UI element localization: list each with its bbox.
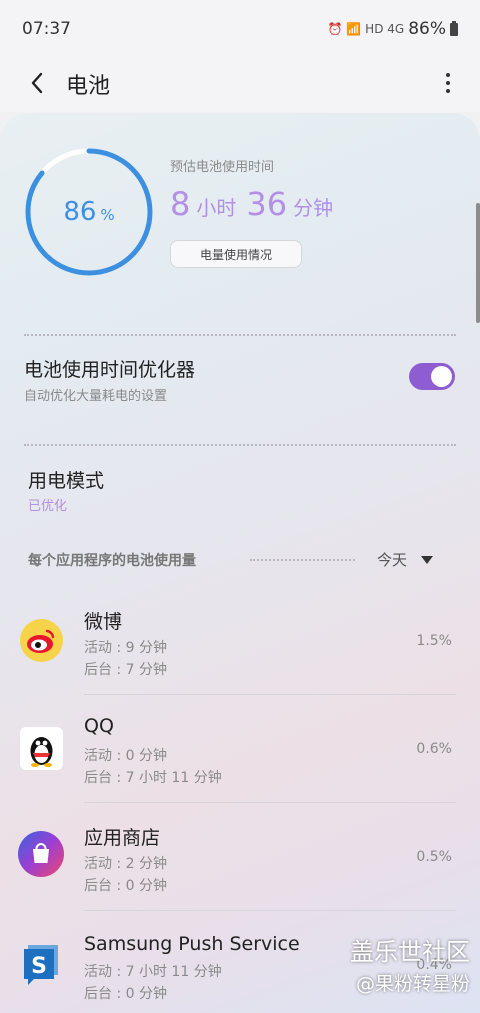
estimate-minutes: 36: [246, 185, 288, 223]
app-active-time: 活动 : 7 小时 11 分钟: [84, 964, 222, 980]
usage-details-button[interactable]: 电量使用情况: [170, 240, 302, 268]
app-bar: 电池: [0, 56, 480, 112]
optimizer-toggle[interactable]: [409, 363, 455, 390]
weibo-icon: [20, 619, 63, 662]
estimate-hours-unit: 小时: [196, 196, 237, 220]
usage-section-label: 每个应用程序的电池使用量: [28, 553, 196, 569]
status-indicators: ⏰ 📶 HD 4G 86%: [328, 19, 458, 39]
store-icon: [18, 831, 64, 877]
app-name: QQ: [84, 715, 114, 737]
qq-icon: [20, 727, 63, 770]
battery-ring: 86 %: [24, 147, 154, 277]
app-name: Samsung Push Service: [84, 933, 300, 955]
app-name: 应用商店: [84, 827, 161, 849]
toggle-knob: [431, 366, 452, 387]
samsung-push-icon: S: [20, 943, 63, 986]
section-dots: [250, 559, 355, 561]
dropdown-arrow-icon: [421, 555, 434, 564]
power-mode-title: 用电模式: [28, 470, 105, 492]
app-percent: 0.6%: [416, 741, 452, 757]
app-active-time: 活动 : 2 分钟: [84, 856, 167, 872]
svg-text:S: S: [31, 954, 47, 979]
battery-percent-unit: %: [100, 206, 115, 224]
app-active-time: 活动 : 9 分钟: [84, 640, 167, 656]
app-active-time: 活动 : 0 分钟: [84, 748, 167, 764]
status-battery-text: 86%: [408, 19, 446, 39]
status-icons: ⏰ 📶 HD 4G: [327, 22, 405, 36]
optimizer-subtitle: 自动优化大量耗电的设置: [24, 389, 168, 404]
divider: [24, 444, 456, 446]
estimate-time: 8 小时 36 分钟: [170, 185, 343, 223]
status-bar: 07:37 ⏰ 📶 HD 4G 86%: [0, 0, 480, 56]
period-dropdown[interactable]: 今天: [377, 549, 434, 570]
app-name: 微博: [84, 611, 123, 633]
estimate-hours: 8: [170, 185, 191, 223]
app-background-time: 后台 : 0 分钟: [84, 878, 167, 894]
app-background-time: 后台 : 7 分钟: [84, 662, 167, 678]
estimate-label: 预估电池使用时间: [170, 160, 275, 175]
app-background-time: 后台 : 7 小时 11 分钟: [84, 770, 222, 786]
battery-card: 86 % 预估电池使用时间 8 小时 36 分钟 电量使用情况 电池使用时间优化…: [0, 113, 480, 1013]
watermark-handle: @果粉转星粉: [355, 973, 470, 995]
app-row[interactable]: 微博 活动 : 9 分钟 后台 : 7 分钟 1.5%: [0, 587, 480, 695]
app-row[interactable]: 应用商店 活动 : 2 分钟 后台 : 0 分钟 0.5%: [0, 803, 480, 911]
app-percent: 1.5%: [416, 633, 452, 649]
power-mode-value: 已优化: [28, 499, 68, 514]
estimate-minutes-unit: 分钟: [293, 196, 334, 220]
page-title: 电池: [66, 74, 111, 99]
more-options-button[interactable]: [440, 68, 456, 98]
app-background-time: 后台 : 0 分钟: [84, 986, 167, 1002]
optimizer-title: 电池使用时间优化器: [24, 359, 196, 381]
battery-icon: [450, 20, 458, 36]
app-row[interactable]: QQ 活动 : 0 分钟 后台 : 7 小时 11 分钟 0.6%: [0, 695, 480, 803]
more-vert-icon: [446, 73, 450, 77]
status-time: 07:37: [22, 19, 71, 39]
back-button[interactable]: [22, 68, 52, 98]
battery-percent: 86: [63, 197, 97, 227]
watermark-title: 盖乐世社区: [350, 938, 470, 966]
divider: [24, 334, 456, 336]
app-percent: 0.5%: [416, 849, 452, 865]
period-value: 今天: [377, 551, 408, 569]
chevron-left-icon: [31, 72, 43, 94]
